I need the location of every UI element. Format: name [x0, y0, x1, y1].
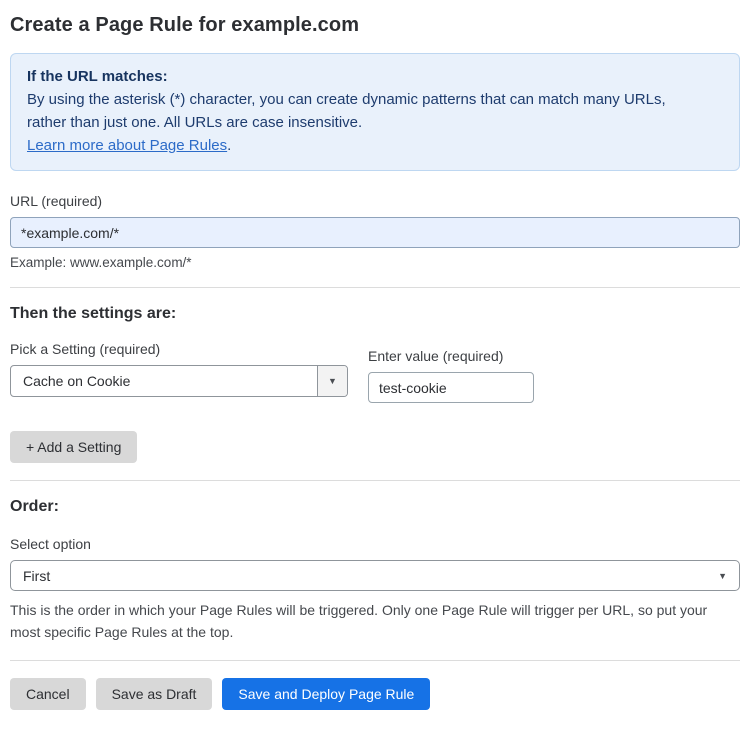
settings-row: Pick a Setting (required) Cache on Cooki… [10, 341, 740, 403]
divider [10, 480, 740, 481]
info-box-heading: If the URL matches: [27, 68, 168, 85]
info-box-body: By using the asterisk (*) character, you… [27, 91, 666, 131]
url-field-helper: Example: www.example.com/* [10, 255, 192, 270]
url-field-label: URL (required) [10, 193, 103, 209]
order-select[interactable]: First ▼ [10, 560, 740, 591]
add-setting-button[interactable]: + Add a Setting [10, 431, 138, 463]
setting-picker-column: Pick a Setting (required) Cache on Cooki… [10, 341, 348, 397]
order-helper-text: This is the order in which your Page Rul… [10, 602, 708, 640]
info-box-link-line: Learn more about Page Rules. [27, 134, 723, 157]
chevron-down-icon: ▼ [328, 376, 337, 386]
footer-actions: Cancel Save as Draft Save and Deploy Pag… [10, 678, 740, 710]
page-title: Create a Page Rule for example.com [10, 14, 360, 36]
setting-select-value: Cache on Cookie [23, 373, 131, 389]
page-rule-form: Create a Page Rule for example.com If th… [0, 0, 750, 730]
url-section: URL (required) Example: www.example.com/… [10, 193, 740, 270]
order-select-value: First [23, 567, 51, 584]
url-input[interactable] [10, 217, 740, 248]
order-section-heading: Order: [10, 498, 59, 515]
save-and-deploy-button[interactable]: Save and Deploy Page Rule [222, 678, 431, 710]
learn-more-link[interactable]: Learn more about Page Rules [27, 137, 227, 154]
setting-picker-label: Pick a Setting (required) [10, 341, 161, 357]
setting-value-label: Enter value (required) [368, 348, 504, 364]
divider [10, 287, 740, 288]
chevron-down-icon: ▼ [718, 570, 727, 581]
setting-value-column: Enter value (required) [368, 341, 534, 403]
setting-select[interactable]: Cache on Cookie ▼ [10, 365, 348, 397]
setting-value-input[interactable] [368, 372, 534, 403]
settings-section-heading: Then the settings are: [10, 305, 177, 322]
order-select-label: Select option [10, 536, 91, 552]
link-suffix: . [227, 137, 232, 154]
url-match-info-box: If the URL matches: By using the asteris… [10, 53, 740, 171]
save-as-draft-button[interactable]: Save as Draft [95, 678, 213, 710]
cancel-button[interactable]: Cancel [10, 678, 86, 710]
divider [10, 660, 740, 661]
setting-select-arrow-button[interactable]: ▼ [317, 366, 347, 396]
